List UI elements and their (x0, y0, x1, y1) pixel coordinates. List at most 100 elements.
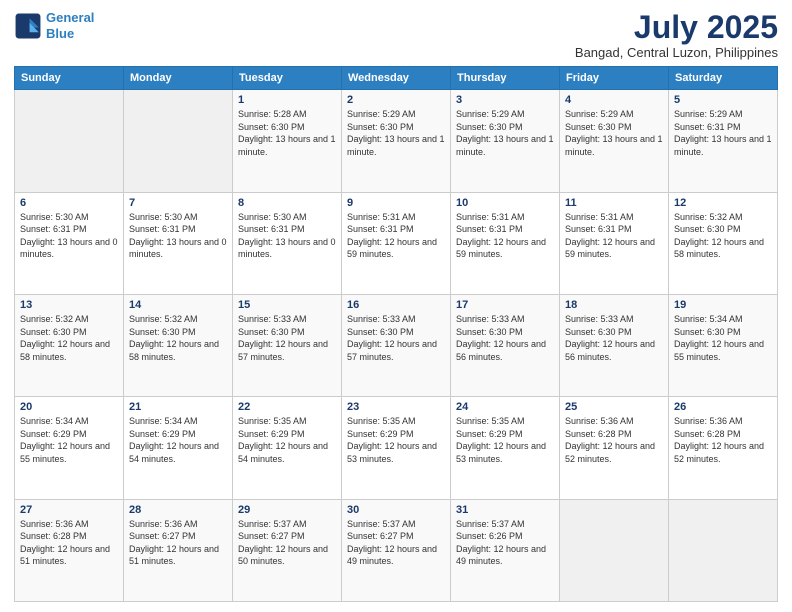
day-number: 19 (674, 299, 772, 311)
day-info: Sunrise: 5:30 AM Sunset: 6:31 PM Dayligh… (238, 211, 336, 261)
day-cell: 2 Sunrise: 5:29 AM Sunset: 6:30 PM Daylig… (342, 90, 451, 192)
day-number: 13 (20, 299, 118, 311)
day-cell: 17 Sunrise: 5:33 AM Sunset: 6:30 PM Dayli… (451, 294, 560, 396)
weekday-header-saturday: Saturday (669, 67, 778, 90)
day-info: Sunrise: 5:35 AM Sunset: 6:29 PM Dayligh… (238, 415, 336, 465)
day-number: 8 (238, 197, 336, 209)
day-info: Sunrise: 5:34 AM Sunset: 6:30 PM Dayligh… (674, 313, 772, 363)
day-cell: 23Sunrise: 5:35 AM Sunset: 6:29 PM Dayli… (342, 397, 451, 499)
day-cell: 30 Sunrise: 5:37 AM Sunset: 6:27 PM Dayli… (342, 499, 451, 601)
day-cell: 1 Sunrise: 5:28 AM Sunset: 6:30 PM Daylig… (233, 90, 342, 192)
day-number: 21 (129, 401, 227, 413)
day-number: 1 (238, 94, 336, 106)
day-cell: 4Sunrise: 5:29 AM Sunset: 6:30 PM Daylig… (560, 90, 669, 192)
day-info: Sunrise: 5:33 AM Sunset: 6:30 PM Dayligh… (456, 313, 554, 363)
day-info: Sunrise: 5:29 AM Sunset: 6:30 PM Dayligh… (456, 108, 554, 158)
day-number: 4 (565, 94, 663, 106)
day-cell (15, 90, 124, 192)
title-block: July 2025 Bangad, Central Luzon, Philipp… (575, 10, 778, 60)
day-number: 7 (129, 197, 227, 209)
day-number: 15 (238, 299, 336, 311)
day-info: Sunrise: 5:30 AM Sunset: 6:31 PM Dayligh… (20, 211, 118, 261)
day-cell (124, 90, 233, 192)
day-info: Sunrise: 5:31 AM Sunset: 6:31 PM Dayligh… (456, 211, 554, 261)
day-cell: 26 Sunrise: 5:36 AM Sunset: 6:28 PM Dayli… (669, 397, 778, 499)
day-number: 26 (674, 401, 772, 413)
day-info: Sunrise: 5:34 AM Sunset: 6:29 PM Dayligh… (20, 415, 118, 465)
day-cell: 27Sunrise: 5:36 AM Sunset: 6:28 PM Dayli… (15, 499, 124, 601)
day-cell: 24Sunrise: 5:35 AM Sunset: 6:29 PM Dayli… (451, 397, 560, 499)
weekday-header-tuesday: Tuesday (233, 67, 342, 90)
day-number: 27 (20, 504, 118, 516)
page: General Blue July 2025 Bangad, Central L… (0, 0, 792, 612)
day-info: Sunrise: 5:37 AM Sunset: 6:26 PM Dayligh… (456, 518, 554, 568)
day-info: Sunrise: 5:37 AM Sunset: 6:27 PM Dayligh… (347, 518, 445, 568)
weekday-header-wednesday: Wednesday (342, 67, 451, 90)
day-cell: 9Sunrise: 5:31 AM Sunset: 6:31 PM Daylig… (342, 192, 451, 294)
day-number: 22 (238, 401, 336, 413)
month-title: July 2025 (575, 10, 778, 45)
day-number: 24 (456, 401, 554, 413)
day-number: 5 (674, 94, 772, 106)
day-cell: 10 Sunrise: 5:31 AM Sunset: 6:31 PM Dayli… (451, 192, 560, 294)
day-info: Sunrise: 5:32 AM Sunset: 6:30 PM Dayligh… (674, 211, 772, 261)
calendar: SundayMondayTuesdayWednesdayThursdayFrid… (14, 66, 778, 602)
day-info: Sunrise: 5:33 AM Sunset: 6:30 PM Dayligh… (347, 313, 445, 363)
day-cell: 19 Sunrise: 5:34 AM Sunset: 6:30 PM Dayli… (669, 294, 778, 396)
day-cell: 7Sunrise: 5:30 AM Sunset: 6:31 PM Daylig… (124, 192, 233, 294)
day-cell: 25 Sunrise: 5:36 AM Sunset: 6:28 PM Dayli… (560, 397, 669, 499)
logo: General Blue (14, 10, 94, 41)
day-info: Sunrise: 5:36 AM Sunset: 6:28 PM Dayligh… (674, 415, 772, 465)
day-cell: 28 Sunrise: 5:36 AM Sunset: 6:27 PM Dayli… (124, 499, 233, 601)
day-info: Sunrise: 5:33 AM Sunset: 6:30 PM Dayligh… (565, 313, 663, 363)
weekday-header-friday: Friday (560, 67, 669, 90)
day-cell: 3 Sunrise: 5:29 AM Sunset: 6:30 PM Daylig… (451, 90, 560, 192)
day-number: 10 (456, 197, 554, 209)
day-number: 25 (565, 401, 663, 413)
day-number: 18 (565, 299, 663, 311)
day-info: Sunrise: 5:33 AM Sunset: 6:30 PM Dayligh… (238, 313, 336, 363)
day-number: 17 (456, 299, 554, 311)
day-number: 14 (129, 299, 227, 311)
day-cell (669, 499, 778, 601)
week-row-4: 20 Sunrise: 5:34 AM Sunset: 6:29 PM Dayli… (15, 397, 778, 499)
day-info: Sunrise: 5:37 AM Sunset: 6:27 PM Dayligh… (238, 518, 336, 568)
day-cell: 16Sunrise: 5:33 AM Sunset: 6:30 PM Dayli… (342, 294, 451, 396)
location-title: Bangad, Central Luzon, Philippines (575, 45, 778, 60)
day-cell: 8 Sunrise: 5:30 AM Sunset: 6:31 PM Daylig… (233, 192, 342, 294)
day-number: 20 (20, 401, 118, 413)
day-cell: 18 Sunrise: 5:33 AM Sunset: 6:30 PM Dayli… (560, 294, 669, 396)
week-row-5: 27Sunrise: 5:36 AM Sunset: 6:28 PM Dayli… (15, 499, 778, 601)
day-cell: 29 Sunrise: 5:37 AM Sunset: 6:27 PM Dayli… (233, 499, 342, 601)
day-info: Sunrise: 5:29 AM Sunset: 6:31 PM Dayligh… (674, 108, 772, 158)
day-number: 3 (456, 94, 554, 106)
day-cell: 15 Sunrise: 5:33 AM Sunset: 6:30 PM Dayli… (233, 294, 342, 396)
week-row-2: 6 Sunrise: 5:30 AM Sunset: 6:31 PM Daylig… (15, 192, 778, 294)
weekday-header-monday: Monday (124, 67, 233, 90)
day-number: 30 (347, 504, 445, 516)
day-cell: 14Sunrise: 5:32 AM Sunset: 6:30 PM Dayli… (124, 294, 233, 396)
day-info: Sunrise: 5:36 AM Sunset: 6:27 PM Dayligh… (129, 518, 227, 568)
day-number: 29 (238, 504, 336, 516)
day-number: 12 (674, 197, 772, 209)
logo-text: General Blue (46, 10, 94, 41)
day-info: Sunrise: 5:35 AM Sunset: 6:29 PM Dayligh… (347, 415, 445, 465)
day-number: 6 (20, 197, 118, 209)
day-info: Sunrise: 5:29 AM Sunset: 6:30 PM Dayligh… (347, 108, 445, 158)
day-number: 28 (129, 504, 227, 516)
day-number: 9 (347, 197, 445, 209)
day-info: Sunrise: 5:34 AM Sunset: 6:29 PM Dayligh… (129, 415, 227, 465)
day-info: Sunrise: 5:32 AM Sunset: 6:30 PM Dayligh… (20, 313, 118, 363)
day-cell: 21 Sunrise: 5:34 AM Sunset: 6:29 PM Dayli… (124, 397, 233, 499)
day-info: Sunrise: 5:36 AM Sunset: 6:28 PM Dayligh… (565, 415, 663, 465)
day-number: 31 (456, 504, 554, 516)
day-cell (560, 499, 669, 601)
weekday-header-sunday: Sunday (15, 67, 124, 90)
day-info: Sunrise: 5:28 AM Sunset: 6:30 PM Dayligh… (238, 108, 336, 158)
day-number: 2 (347, 94, 445, 106)
weekday-header-row: SundayMondayTuesdayWednesdayThursdayFrid… (15, 67, 778, 90)
day-info: Sunrise: 5:31 AM Sunset: 6:31 PM Dayligh… (565, 211, 663, 261)
day-cell: 6 Sunrise: 5:30 AM Sunset: 6:31 PM Daylig… (15, 192, 124, 294)
week-row-3: 13 Sunrise: 5:32 AM Sunset: 6:30 PM Dayli… (15, 294, 778, 396)
header: General Blue July 2025 Bangad, Central L… (14, 10, 778, 60)
